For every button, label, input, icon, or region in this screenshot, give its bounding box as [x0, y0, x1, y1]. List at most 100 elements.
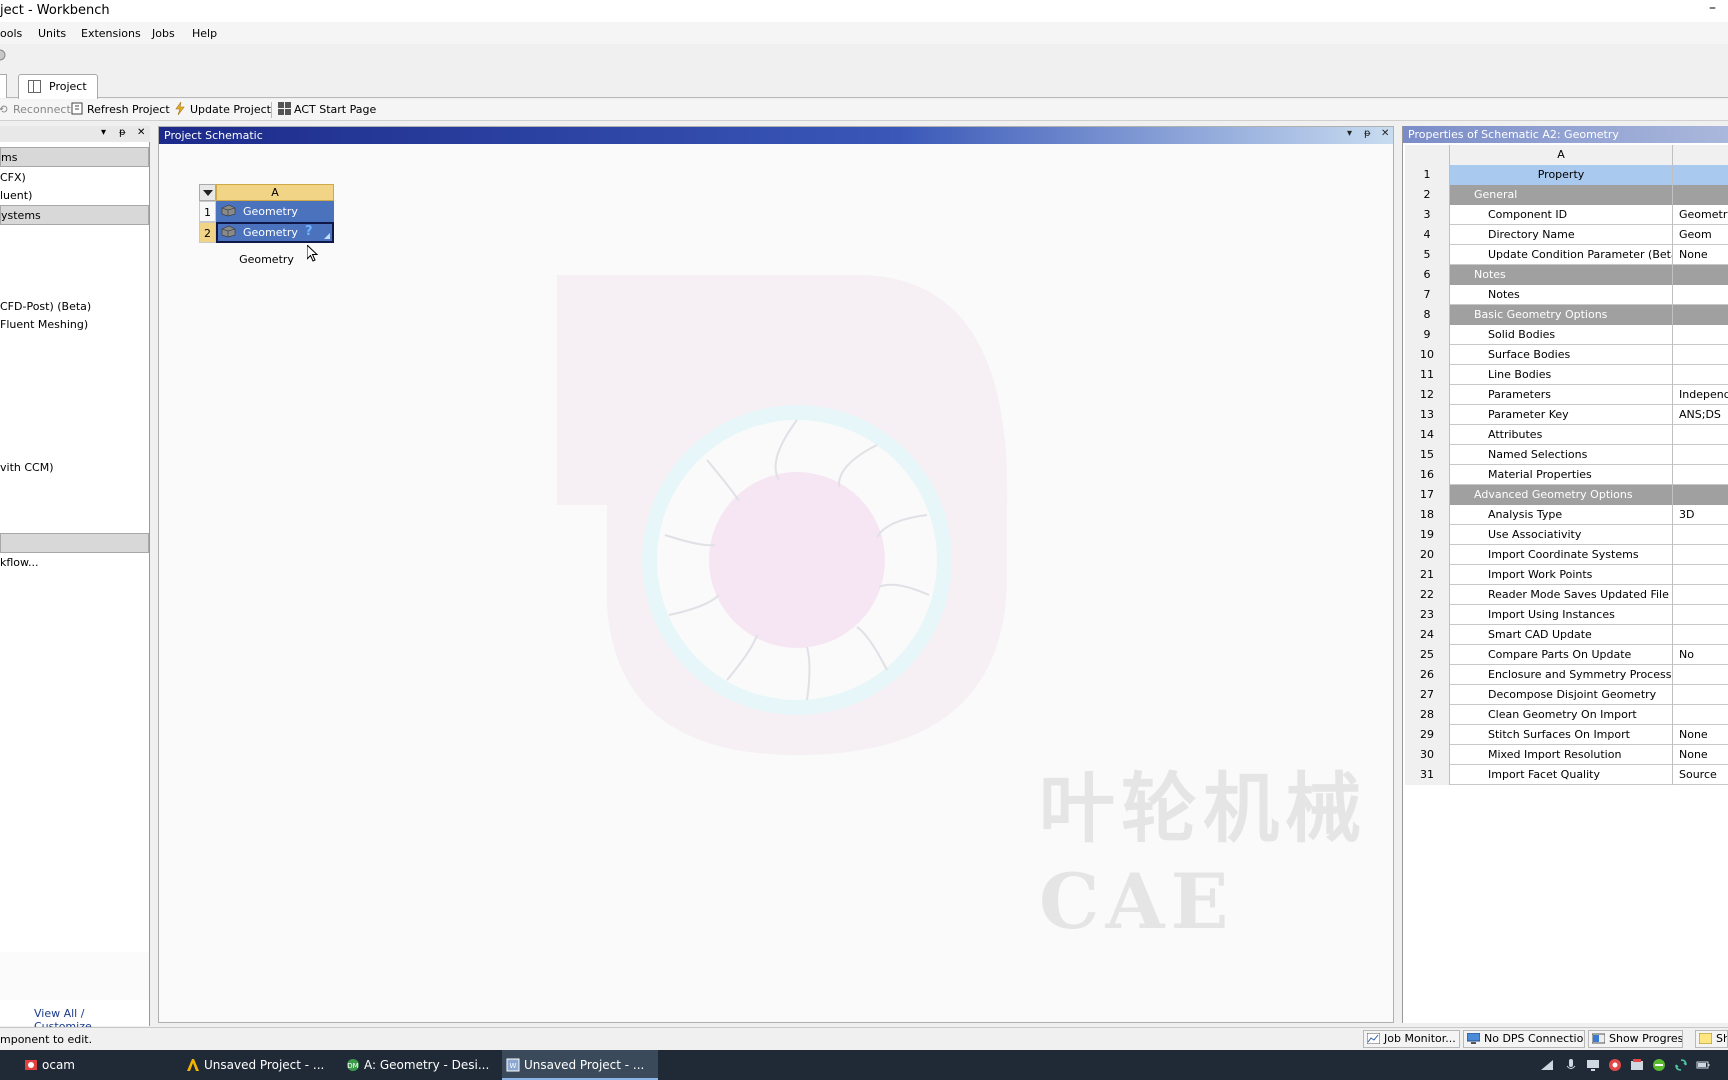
property-row-23[interactable]: 23 Import Using Instances [1405, 605, 1728, 625]
property-row-22[interactable]: 22 Reader Mode Saves Updated File [1405, 585, 1728, 605]
property-value[interactable] [1673, 365, 1728, 385]
property-row-26[interactable]: 26 Enclosure and Symmetry Processing [1405, 665, 1728, 685]
show-progress-button[interactable]: Show Progress [1588, 1030, 1683, 1048]
property-value[interactable]: None [1673, 745, 1728, 765]
property-row-11[interactable]: 11 Line Bodies [1405, 365, 1728, 385]
minimize-button[interactable]: – [1709, 0, 1716, 16]
toolbox-item-workflow[interactable]: kflow... [0, 556, 39, 569]
property-row-29[interactable]: 29 Stitch Surfaces On Import None [1405, 725, 1728, 745]
property-row-19[interactable]: 19 Use Associativity [1405, 525, 1728, 545]
property-row-7[interactable]: 7 Notes [1405, 285, 1728, 305]
property-value[interactable]: Geom [1673, 225, 1728, 245]
property-value[interactable] [1673, 585, 1728, 605]
property-row-17[interactable]: 17 Advanced Geometry Options [1405, 485, 1728, 505]
system-cell-geometry-title[interactable]: Geometry [216, 201, 334, 222]
property-value[interactable] [1673, 465, 1728, 485]
menu-extensions[interactable]: Extensions [81, 27, 141, 40]
property-row-27[interactable]: 27 Decompose Disjoint Geometry [1405, 685, 1728, 705]
property-row-21[interactable]: 21 Import Work Points [1405, 565, 1728, 585]
toolbox-item-fluent[interactable]: luent) [0, 189, 32, 202]
toolbox-item-cfd-post[interactable]: CFD-Post) (Beta) [0, 300, 91, 313]
property-value[interactable] [1673, 445, 1728, 465]
property-value[interactable] [1673, 705, 1728, 725]
property-row-9[interactable]: 9 Solid Bodies [1405, 325, 1728, 345]
property-row-28[interactable]: 28 Clean Geometry On Import [1405, 705, 1728, 725]
tray-battery-icon[interactable] [1696, 1058, 1710, 1072]
dps-connection-button[interactable]: No DPS Connection [1463, 1030, 1585, 1048]
property-value[interactable] [1673, 345, 1728, 365]
property-row-30[interactable]: 30 Mixed Import Resolution None [1405, 745, 1728, 765]
property-value[interactable] [1673, 625, 1728, 645]
toolbox-pin-icon[interactable]: ᵽ [119, 127, 126, 138]
taskbar-item-designmodeler[interactable]: DM A: Geometry - Desi... [342, 1050, 492, 1080]
property-value[interactable]: ANS;DS [1673, 405, 1728, 425]
tab-hidden[interactable] [0, 74, 7, 98]
system-cell-geometry-component[interactable]: Geometry ? [216, 222, 334, 243]
tray-microphone-icon[interactable] [1564, 1058, 1578, 1072]
toolbox-group-custom[interactable] [0, 533, 149, 553]
property-row-6[interactable]: 6 Notes [1405, 265, 1728, 285]
property-value[interactable]: None [1673, 725, 1728, 745]
property-value[interactable] [1673, 285, 1728, 305]
menu-help[interactable]: Help [192, 27, 217, 40]
property-value[interactable]: 3D [1673, 505, 1728, 525]
taskbar-item-ocam[interactable]: ocam [20, 1050, 170, 1080]
menu-units[interactable]: Units [38, 27, 66, 40]
property-row-3[interactable]: 3 Component ID Geometry [1405, 205, 1728, 225]
property-value[interactable]: Independe [1673, 385, 1728, 405]
property-row-15[interactable]: 15 Named Selections [1405, 445, 1728, 465]
toolbox-group-analysis-systems[interactable]: ms [0, 147, 149, 167]
property-value[interactable] [1673, 525, 1728, 545]
property-row-10[interactable]: 10 Surface Bodies [1405, 345, 1728, 365]
property-row-16[interactable]: 16 Material Properties [1405, 465, 1728, 485]
toolbox-dropdown-icon[interactable]: ▾ [101, 127, 106, 138]
update-project-button[interactable]: Update Project [173, 101, 271, 118]
schematic-close-icon[interactable]: ✕ [1381, 128, 1389, 139]
taskbar-item-workbench-active[interactable]: W Unsaved Project - ... [502, 1050, 658, 1080]
reconnect-button[interactable]: ⟲ Reconnect [0, 102, 71, 118]
tray-record-icon[interactable] [1608, 1058, 1622, 1072]
toolbox-item-fluent-meshing[interactable]: Fluent Meshing) [0, 318, 88, 331]
property-value[interactable]: None [1673, 245, 1728, 265]
property-value[interactable] [1673, 665, 1728, 685]
property-value[interactable] [1673, 545, 1728, 565]
tray-sync-icon[interactable] [1674, 1058, 1688, 1072]
property-value[interactable]: No [1673, 645, 1728, 665]
property-row-1[interactable]: 1 Property [1405, 165, 1728, 185]
property-row-2[interactable]: 2 General [1405, 185, 1728, 205]
toolbox-group-component-systems[interactable]: ystems [0, 205, 149, 225]
property-row-5[interactable]: 5 Update Condition Parameter (Beta) None [1405, 245, 1728, 265]
tab-project[interactable]: Project [18, 74, 98, 99]
property-value[interactable] [1673, 325, 1728, 345]
toolbox-close-icon[interactable]: ✕ [137, 127, 145, 138]
property-row-25[interactable]: 25 Compare Parts On Update No [1405, 645, 1728, 665]
tray-app-icon[interactable] [1630, 1058, 1644, 1072]
tray-green-app-icon[interactable] [1652, 1058, 1666, 1072]
refresh-project-button[interactable]: Refresh Project [70, 102, 170, 118]
tray-display-icon[interactable] [1586, 1058, 1600, 1072]
act-start-page-button[interactable]: ACT Start Page [277, 102, 376, 118]
property-row-12[interactable]: 12 Parameters Independe [1405, 385, 1728, 405]
tray-network-icon[interactable] [1540, 1058, 1554, 1072]
property-row-31[interactable]: 31 Import Facet Quality Source [1405, 765, 1728, 785]
menu-tools[interactable]: ools [0, 27, 22, 40]
schematic-pin-icon[interactable]: ᵽ [1364, 128, 1371, 139]
property-row-4[interactable]: 4 Directory Name Geom [1405, 225, 1728, 245]
property-row-13[interactable]: 13 Parameter Key ANS;DS [1405, 405, 1728, 425]
taskbar-item-workbench[interactable]: Unsaved Project - ... [182, 1050, 332, 1080]
toolbox-item-cfx[interactable]: CFX) [0, 171, 26, 184]
system-menu-caret-icon[interactable] [199, 184, 216, 201]
property-value[interactable]: Geometry [1673, 205, 1728, 225]
property-value[interactable] [1673, 685, 1728, 705]
schematic-dropdown-icon[interactable]: ▾ [1347, 128, 1352, 139]
menu-jobs[interactable]: Jobs [152, 27, 175, 40]
job-monitor-button[interactable]: Job Monitor... [1363, 1030, 1460, 1048]
property-value[interactable] [1673, 605, 1728, 625]
property-row-20[interactable]: 20 Import Coordinate Systems [1405, 545, 1728, 565]
toolbox-item-ccm[interactable]: vith CCM) [0, 461, 54, 474]
property-row-14[interactable]: 14 Attributes [1405, 425, 1728, 445]
property-row-18[interactable]: 18 Analysis Type 3D [1405, 505, 1728, 525]
show-messages-button[interactable]: Sho [1695, 1030, 1728, 1048]
property-row-8[interactable]: 8 Basic Geometry Options [1405, 305, 1728, 325]
property-value[interactable]: Source [1673, 765, 1728, 785]
